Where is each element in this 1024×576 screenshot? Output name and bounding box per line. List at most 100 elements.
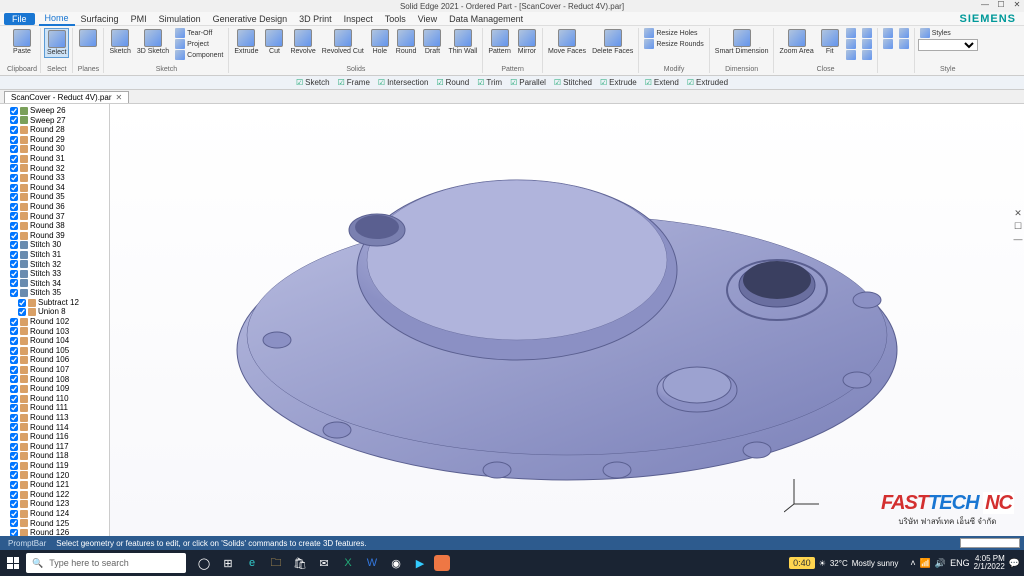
notification-icon[interactable]: 💬 (1009, 558, 1020, 569)
tree-item[interactable]: Round 103 (2, 327, 107, 337)
tree-item[interactable]: Stitch 32 (2, 260, 107, 270)
tree-item[interactable]: Round 37 (2, 212, 107, 222)
paste-button[interactable]: Paste (10, 28, 34, 56)
fit-button[interactable]: Fit (818, 28, 842, 56)
tab-view[interactable]: View (412, 13, 443, 25)
store-icon[interactable]: 🛍 (290, 553, 310, 573)
close-button[interactable]: ✕ (1012, 0, 1022, 9)
mini-close-icon[interactable]: ✕ (1012, 208, 1024, 219)
tree-item[interactable]: Subtract 12 (2, 298, 107, 308)
tree-item[interactable]: Round 118 (2, 451, 107, 461)
excel-icon[interactable]: X (338, 553, 358, 573)
taskview-icon[interactable]: ⊞ (218, 553, 238, 573)
taskbar-clock[interactable]: 4:05 PM 2/1/2022 (974, 555, 1005, 571)
tree-item[interactable]: Round 119 (2, 461, 107, 471)
styles-button[interactable]: Styles (918, 28, 978, 38)
chrome-icon[interactable]: ◉ (386, 553, 406, 573)
tree-item[interactable]: Stitch 30 (2, 240, 107, 250)
view-triad[interactable] (784, 474, 824, 516)
smartdim-button[interactable]: Smart Dimension (713, 28, 771, 56)
tree-item[interactable]: Round 29 (2, 135, 107, 145)
tray-lang[interactable]: ENG (950, 558, 970, 568)
zoomarea-button[interactable]: Zoom Area (777, 28, 815, 56)
tree-item[interactable]: Union 8 (2, 307, 107, 317)
tab-simulation[interactable]: Simulation (153, 13, 207, 25)
draft-button[interactable]: Draft (420, 28, 444, 56)
cut-button[interactable]: Cut (262, 28, 286, 56)
tab-home[interactable]: Home (39, 12, 75, 26)
tearoff-button[interactable]: Tear-Off (173, 28, 225, 38)
revolvedcut-button[interactable]: Revolved Cut (320, 28, 366, 56)
tree-item[interactable]: Sweep 26 (2, 106, 107, 116)
tree-item[interactable]: Round 117 (2, 442, 107, 452)
file-menu[interactable]: File (4, 13, 35, 25)
filter-frame[interactable]: Frame (338, 78, 370, 87)
tree-item[interactable]: Round 122 (2, 490, 107, 500)
tree-item[interactable]: Round 108 (2, 375, 107, 385)
tray-network-icon[interactable]: 📶 (920, 558, 931, 569)
tab-3dprint[interactable]: 3D Print (293, 13, 338, 25)
tree-item[interactable]: Round 110 (2, 394, 107, 404)
project-button[interactable]: Project (173, 39, 225, 49)
tree-item[interactable]: Round 125 (2, 519, 107, 529)
tray-up-icon[interactable]: ˄ (910, 558, 915, 568)
filter-extruded[interactable]: Extruded (687, 78, 728, 87)
movefaces-button[interactable]: Move Faces (546, 28, 588, 56)
select-button[interactable]: Select (44, 28, 69, 58)
tree-item[interactable]: Round 34 (2, 183, 107, 193)
maximize-button[interactable]: ☐ (996, 0, 1006, 9)
tab-datamgmt[interactable]: Data Management (443, 13, 529, 25)
tree-item[interactable]: Stitch 35 (2, 288, 107, 298)
tree-item[interactable]: Round 124 (2, 509, 107, 519)
tree-item[interactable]: Round 116 (2, 432, 107, 442)
planes-button[interactable] (76, 28, 100, 48)
tree-item[interactable]: Round 33 (2, 173, 107, 183)
extrude-button[interactable]: Extrude (232, 28, 260, 56)
revolve-button[interactable]: Revolve (288, 28, 317, 56)
tree-item[interactable]: Stitch 34 (2, 279, 107, 289)
filter-parallel[interactable]: Parallel (510, 78, 546, 87)
tab-surfacing[interactable]: Surfacing (75, 13, 125, 25)
tree-item[interactable]: Round 114 (2, 423, 107, 433)
mini-max-icon[interactable]: ☐ (1012, 221, 1024, 232)
tree-item[interactable]: Round 121 (2, 480, 107, 490)
tree-item[interactable]: Round 102 (2, 317, 107, 327)
round-button[interactable]: Round (394, 28, 419, 56)
style-select[interactable] (918, 39, 978, 51)
tree-item[interactable]: Round 38 (2, 221, 107, 231)
tree-item[interactable]: Round 30 (2, 144, 107, 154)
sketch-button[interactable]: Sketch (107, 28, 132, 56)
tree-item[interactable]: Round 120 (2, 471, 107, 481)
tree-item[interactable]: Round 36 (2, 202, 107, 212)
tray-volume-icon[interactable]: 🔊 (935, 558, 946, 569)
feature-tree[interactable]: Sweep 26Sweep 27Round 28Round 29Round 30… (0, 104, 110, 536)
component-button[interactable]: Component (173, 50, 225, 60)
tree-item[interactable]: Round 123 (2, 499, 107, 509)
explorer-icon[interactable]: 🗀 (266, 553, 286, 573)
resizeholes-button[interactable]: Resize Holes (642, 28, 705, 38)
filter-trim[interactable]: Trim (477, 78, 502, 87)
tree-item[interactable]: Round 106 (2, 355, 107, 365)
filter-intersection[interactable]: Intersection (378, 78, 429, 87)
filter-sketch[interactable]: Sketch (296, 78, 330, 87)
mirror-button[interactable]: Mirror (515, 28, 539, 56)
edge-icon[interactable]: e (242, 553, 262, 573)
tree-item[interactable]: Sweep 27 (2, 116, 107, 126)
tree-item[interactable]: Round 126 (2, 528, 107, 536)
app-icon[interactable] (434, 555, 450, 571)
part-model[interactable] (217, 140, 917, 500)
tab-generative[interactable]: Generative Design (207, 13, 294, 25)
resizerounds-button[interactable]: Resize Rounds (642, 39, 705, 49)
word-icon[interactable]: W (362, 553, 382, 573)
thinwall-button[interactable]: Thin Wall (446, 28, 479, 56)
tree-item[interactable]: Round 109 (2, 384, 107, 394)
solidedge-icon[interactable]: ▶ (410, 553, 430, 573)
mail-icon[interactable]: ✉ (314, 553, 334, 573)
sketch3d-button[interactable]: 3D Sketch (135, 28, 171, 56)
tree-item[interactable]: Round 111 (2, 403, 107, 413)
pattern-button[interactable]: Pattern (486, 28, 513, 56)
filter-extend[interactable]: Extend (645, 78, 679, 87)
doc-tab-close[interactable]: ✕ (116, 93, 123, 102)
tree-item[interactable]: Round 113 (2, 413, 107, 423)
tree-item[interactable]: Round 31 (2, 154, 107, 164)
